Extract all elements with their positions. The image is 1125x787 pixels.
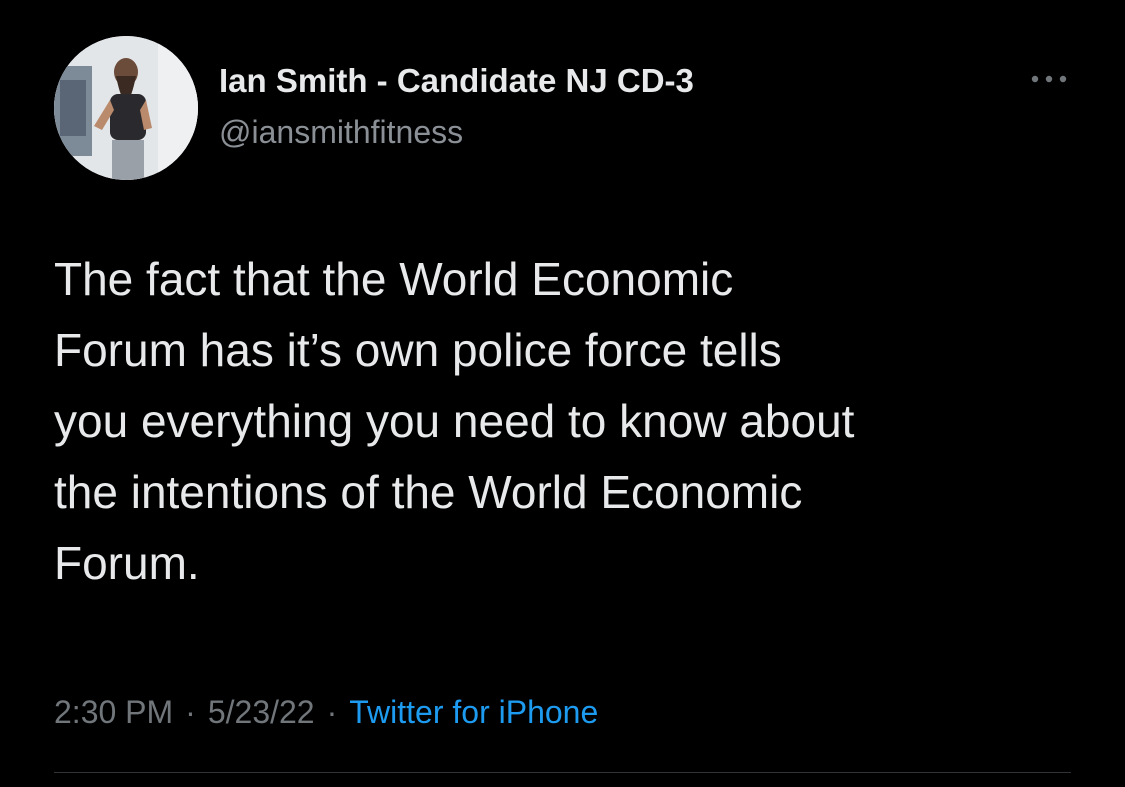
tweet-text: The fact that the World Economic Forum h… (54, 253, 855, 589)
tweet-source-link[interactable]: Twitter for iPhone (349, 694, 598, 730)
author-handle[interactable]: @iansmithfitness (219, 114, 463, 151)
tweet-card: Ian Smith - Candidate NJ CD-3 @iansmithf… (0, 0, 1125, 787)
avatar[interactable] (54, 36, 198, 180)
divider (54, 772, 1071, 773)
tweet-date[interactable]: 5/23/22 (208, 694, 315, 730)
tweet-time[interactable]: 2:30 PM (54, 694, 173, 730)
more-options-icon[interactable] (1026, 66, 1072, 92)
author-display-name[interactable]: Ian Smith - Candidate NJ CD-3 (219, 62, 694, 100)
separator-dot: · (326, 694, 338, 730)
tweet-metadata: 2:30 PM · 5/23/22 · Twitter for iPhone (54, 694, 598, 731)
separator-dot: · (185, 694, 196, 730)
profile-photo-icon (54, 36, 198, 180)
